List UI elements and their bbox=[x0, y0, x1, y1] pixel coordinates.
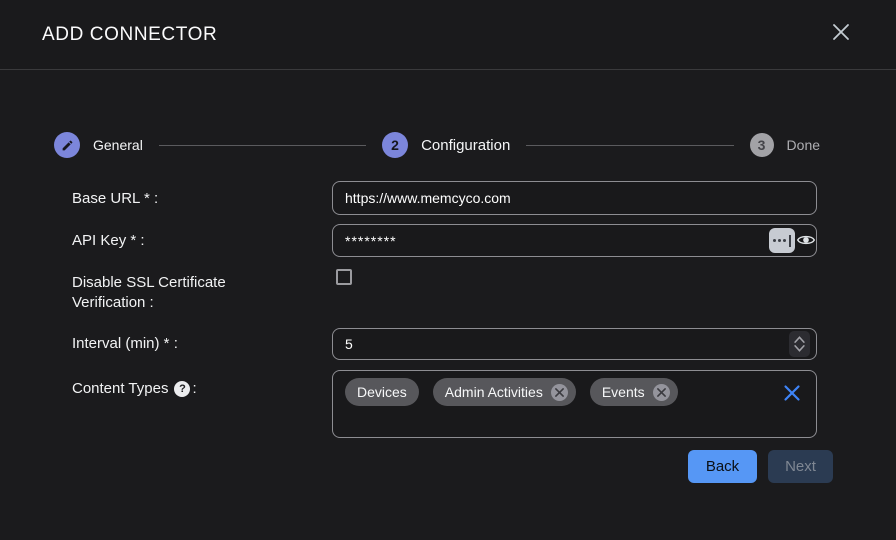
dialog-title: ADD CONNECTOR bbox=[42, 24, 217, 46]
step-general-label: General bbox=[93, 137, 143, 153]
chip-remove-icon[interactable] bbox=[653, 384, 670, 401]
chip-label: Devices bbox=[357, 384, 407, 400]
add-connector-dialog: ADD CONNECTOR General 2 Configuration 3 … bbox=[0, 0, 896, 540]
interval-label: Interval (min) * : bbox=[72, 334, 178, 354]
number-stepper-icon[interactable] bbox=[789, 331, 810, 357]
step-done-label: Done bbox=[787, 137, 820, 153]
step-2-badge: 2 bbox=[382, 132, 408, 158]
interval-input[interactable] bbox=[332, 328, 817, 360]
stepper-divider bbox=[159, 145, 366, 146]
api-key-input[interactable] bbox=[332, 224, 817, 257]
step-done[interactable]: 3 Done bbox=[750, 133, 820, 157]
step-configuration[interactable]: 2 Configuration bbox=[382, 132, 510, 158]
show-password-eye-icon[interactable] bbox=[796, 231, 816, 249]
content-type-chips: Devices Admin Activities Events bbox=[345, 378, 678, 406]
help-icon[interactable]: ? bbox=[174, 381, 190, 397]
content-type-chip[interactable]: Devices bbox=[345, 378, 419, 406]
pencil-icon bbox=[54, 132, 80, 158]
chip-label: Events bbox=[602, 384, 645, 400]
ssl-verification-checkbox[interactable] bbox=[336, 269, 352, 285]
step-general[interactable]: General bbox=[54, 132, 143, 158]
next-button[interactable]: Next bbox=[768, 450, 833, 483]
content-types-colon: : bbox=[192, 379, 196, 399]
content-types-field[interactable]: Devices Admin Activities Events bbox=[332, 370, 817, 438]
api-key-label: API Key * : bbox=[72, 231, 145, 251]
chip-label: Admin Activities bbox=[445, 384, 543, 400]
dialog-header: ADD CONNECTOR bbox=[0, 0, 896, 70]
content-type-chip[interactable]: Events bbox=[590, 378, 678, 406]
content-type-chip[interactable]: Admin Activities bbox=[433, 378, 576, 406]
chip-remove-icon[interactable] bbox=[551, 384, 568, 401]
content-types-label: Content Types ? : bbox=[72, 379, 197, 399]
content-types-label-text: Content Types bbox=[72, 379, 168, 399]
base-url-label: Base URL * : bbox=[72, 189, 158, 209]
clear-content-types-icon[interactable] bbox=[782, 383, 802, 403]
password-autofill-icon[interactable] bbox=[769, 228, 795, 253]
base-url-input[interactable] bbox=[332, 181, 817, 215]
step-configuration-label: Configuration bbox=[421, 137, 510, 154]
step-3-badge: 3 bbox=[750, 133, 774, 157]
stepper: General 2 Configuration 3 Done bbox=[54, 131, 820, 159]
back-button[interactable]: Back bbox=[688, 450, 757, 483]
close-icon[interactable] bbox=[828, 19, 854, 45]
stepper-divider bbox=[526, 145, 733, 146]
ssl-verification-label: Disable SSL Certificate Verification : bbox=[72, 273, 272, 313]
